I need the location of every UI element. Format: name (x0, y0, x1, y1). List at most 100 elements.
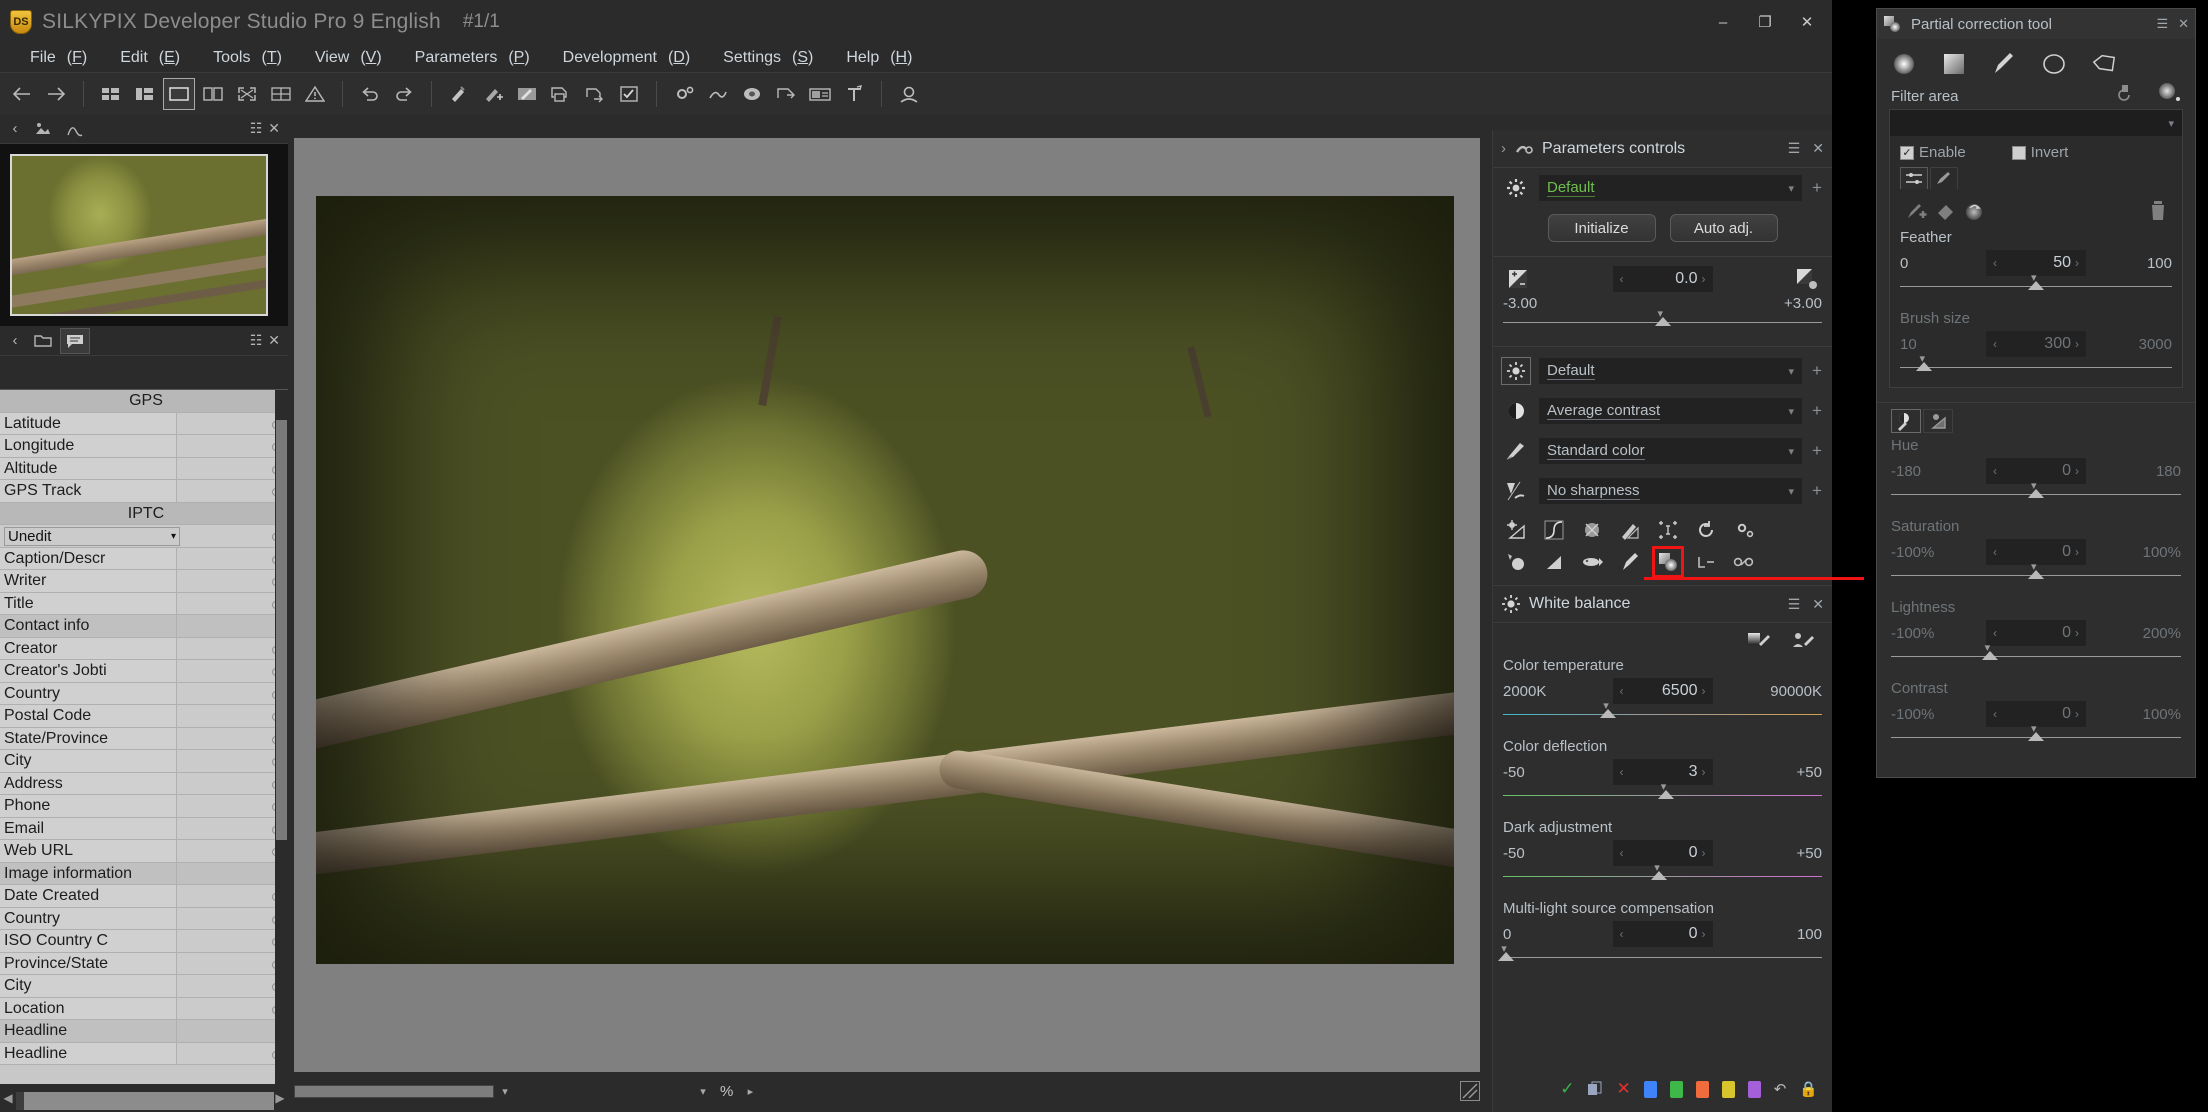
pc-bot-3-track[interactable]: ▾ (1891, 723, 2181, 747)
spin-right-arrow[interactable]: › (1702, 846, 1706, 860)
table-row[interactable]: Email (0, 817, 288, 840)
metadata-value[interactable] (176, 795, 288, 817)
lock-icon[interactable]: 🔒 (1799, 1080, 1818, 1098)
exposure-knob[interactable] (1654, 317, 1671, 326)
table-row[interactable]: Postal Code (0, 705, 288, 728)
pc-bot-2-knob[interactable] (1981, 651, 1998, 660)
exposure-spinner[interactable]: ‹ 0.0 › (1612, 266, 1713, 292)
pc-bot-1-knob[interactable] (2028, 570, 2044, 579)
table-row[interactable]: Web URL (0, 840, 288, 863)
table-row[interactable]: Contact info (0, 615, 288, 638)
thumbnail-tab-icon[interactable] (28, 116, 58, 142)
parameter-add-button[interactable]: + (1810, 441, 1824, 461)
table-row[interactable]: Image information (0, 862, 288, 885)
metadata-value[interactable] (176, 547, 288, 569)
table-row[interactable]: Creator's Jobti (0, 660, 288, 683)
comment-icon[interactable] (60, 327, 90, 354)
metadata-value[interactable] (176, 705, 288, 727)
gradation-icon[interactable] (1541, 549, 1567, 575)
collapse-left-icon-2[interactable]: ‹ (4, 332, 26, 349)
exposure-bias-icon-2[interactable] (1503, 517, 1529, 543)
menu-development[interactable]: Development (D) (541, 46, 702, 70)
noise-reduction-icon[interactable] (1579, 517, 1605, 543)
radial-gradient-icon[interactable] (1891, 51, 1917, 77)
panel-menu-icon-3[interactable]: ☰ (1788, 140, 1801, 157)
parameter-select-1[interactable]: Average contrast ▾ (1539, 398, 1802, 424)
back-icon[interactable] (6, 78, 38, 110)
enable-checkbox[interactable]: ✓ Enable (1900, 144, 1966, 161)
wb-2-knob[interactable] (1651, 871, 1668, 880)
color-adjust-icon-2[interactable] (1891, 409, 1921, 433)
wb-0-spinner[interactable]: ‹ 6500 › (1612, 678, 1713, 704)
parameter-add-button[interactable]: + (1810, 361, 1824, 381)
table-row[interactable]: Title (0, 592, 288, 615)
split-view-icon[interactable] (197, 78, 229, 110)
metadata-value[interactable] (176, 480, 288, 502)
thumbnail-grid-icon[interactable] (95, 78, 127, 110)
close-button[interactable]: ✕ (1786, 0, 1828, 44)
metadata-value[interactable] (176, 840, 288, 862)
export-icon[interactable] (579, 78, 611, 110)
viewer-hscroll[interactable] (294, 1084, 494, 1098)
taste-paste-icon[interactable] (477, 78, 509, 110)
filter-area-select[interactable]: ▾ (1890, 110, 2182, 136)
table-row[interactable]: Phone (0, 795, 288, 818)
dodge-burn-icon[interactable] (1503, 549, 1529, 575)
chevron-down-icon[interactable]: ▾ (1788, 182, 1794, 195)
taste-edit-icon[interactable] (511, 78, 543, 110)
lens-icon[interactable] (736, 78, 768, 110)
menu-help[interactable]: Help (H) (824, 46, 923, 70)
folder-icon[interactable] (28, 328, 58, 354)
table-row[interactable]: Headline (0, 1042, 288, 1065)
close-icon-status[interactable]: ✕ (1616, 1079, 1630, 1099)
spin-right-arrow[interactable]: › (1702, 927, 1706, 941)
metadata-value[interactable] (176, 750, 288, 772)
chevron-down-icon[interactable]: ▾ (1788, 485, 1794, 498)
panel-menu-icon-4[interactable]: ☰ (1788, 596, 1801, 613)
table-row[interactable]: Country (0, 907, 288, 930)
metadata-value[interactable] (176, 592, 288, 614)
brush-add-icon[interactable] (1904, 199, 1932, 223)
color-adjust-icon[interactable] (1617, 517, 1643, 543)
maximize-button[interactable]: ❐ (1744, 0, 1786, 44)
settings-gear-icon-2[interactable] (1731, 517, 1757, 543)
table-row[interactable]: Caption/Descr (0, 547, 288, 570)
spin-right-arrow[interactable]: › (2075, 707, 2079, 721)
panel-close-icon-2[interactable]: ✕ (268, 332, 280, 349)
brush-settings-icon[interactable] (1930, 167, 1958, 189)
table-row[interactable]: Country (0, 682, 288, 705)
single-view-icon[interactable] (163, 77, 195, 110)
metadata-value[interactable] (176, 862, 288, 884)
panel-menu-icon[interactable]: ☷ (250, 120, 263, 137)
minimize-button[interactable]: – (1702, 0, 1744, 44)
table-row[interactable]: ISO Country C (0, 930, 288, 953)
partial-correction-icon[interactable] (1652, 546, 1684, 578)
perspective-icon[interactable] (1693, 549, 1719, 575)
metadata-value[interactable] (176, 975, 288, 997)
wb-3-track[interactable]: ▾ (1498, 943, 1822, 967)
image-canvas[interactable] (294, 138, 1480, 1072)
chevron-down-icon[interactable]: ▾ (1788, 445, 1794, 458)
table-row[interactable]: GPS Track (0, 480, 288, 503)
marker-green-icon[interactable] (1669, 1080, 1683, 1098)
metadata-value[interactable] (176, 997, 288, 1019)
wb-2-spinner[interactable]: ‹ 0 › (1612, 840, 1713, 866)
undo-icon-status[interactable]: ↶ (1774, 1080, 1787, 1098)
hscroll-right-arrow[interactable]: ▶ (272, 1091, 288, 1105)
batch-icon[interactable] (804, 78, 836, 110)
menu-settings[interactable]: Settings (S) (701, 46, 824, 70)
metadata-scrollbar[interactable] (275, 390, 288, 1084)
metadata-value[interactable] (176, 457, 288, 479)
gray-picker-icon[interactable] (1746, 629, 1772, 653)
wb-0-knob[interactable] (1600, 709, 1617, 718)
pc-bot-1-track[interactable]: ▾ (1891, 561, 2181, 585)
initialize-button[interactable]: Initialize (1547, 214, 1656, 242)
wb-2-track[interactable]: ▾ (1503, 862, 1822, 886)
metadata-value[interactable] (176, 727, 288, 749)
checkmark-box-icon[interactable] (613, 78, 645, 110)
table-row[interactable]: Longitude (0, 435, 288, 458)
parameter-select-3[interactable]: No sharpness ▾ (1539, 478, 1802, 504)
pc-bot-3-knob[interactable] (2028, 732, 2044, 741)
thumbnail-preview[interactable] (0, 144, 288, 326)
table-row[interactable]: City (0, 975, 288, 998)
